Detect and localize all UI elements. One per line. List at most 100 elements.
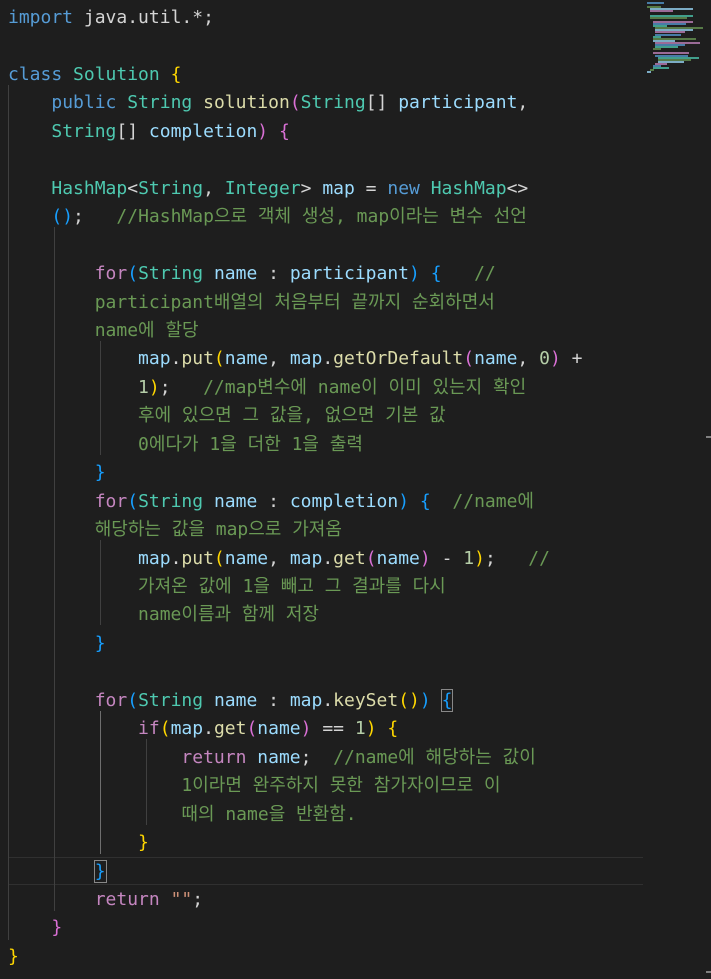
plain-token: >: [300, 177, 323, 199]
code-line[interactable]: return name; //name에 해당하는 값이: [8, 744, 535, 772]
type-token: String: [138, 263, 204, 285]
comment-token: //: [528, 547, 550, 569]
bracket-token: ): [300, 718, 312, 740]
bracket-token: (: [463, 348, 475, 370]
code-line[interactable]: }: [8, 914, 62, 942]
code-line[interactable]: }: [8, 829, 149, 857]
code-line[interactable]: import java.util.*;: [8, 4, 214, 32]
code-line[interactable]: name에 할당: [8, 317, 199, 345]
code-line[interactable]: 1); //map변수에 name이 이미 있는지 확인: [8, 374, 526, 402]
plain-token: []: [365, 92, 399, 114]
code-line[interactable]: String[] completion) {: [8, 118, 289, 146]
code-line[interactable]: }: [8, 459, 106, 487]
code-editor[interactable]: import java.util.*; class Solution { publ…: [0, 0, 711, 979]
code-line[interactable]: }: [8, 858, 107, 886]
plain-token: ,: [203, 177, 225, 199]
minimap[interactable]: [647, 0, 711, 80]
variable-token: map: [289, 689, 323, 711]
code-line[interactable]: if(map.get(name) == 1) {: [8, 715, 398, 743]
bracket-token: {: [170, 63, 182, 85]
plain-token: ;: [484, 547, 529, 569]
bracket-token: (: [127, 263, 139, 285]
code-line[interactable]: 0에다가 1을 더한 1을 출력: [8, 431, 363, 459]
plain-token: ,: [517, 348, 540, 370]
type-token: String: [51, 120, 117, 142]
bracket-token: }: [94, 462, 106, 484]
comment-token: 해당하는 값을 map으로 가져옴: [94, 519, 342, 541]
plain-token: :: [257, 263, 290, 285]
plain-token: ,: [268, 348, 290, 370]
variable-token: name: [224, 547, 269, 569]
plain-token: ,: [268, 547, 290, 569]
string-token: "": [170, 888, 193, 910]
code-line[interactable]: name이름과 함께 저장: [8, 601, 319, 629]
keyword-token: public: [51, 92, 117, 114]
plain-token: []: [116, 120, 149, 142]
code-line[interactable]: participant배열의 처음부터 끝까지 순회하면서: [8, 289, 495, 317]
bracket-token: (: [127, 490, 139, 512]
code-line[interactable]: class Solution {: [8, 61, 181, 89]
comment-token: 때의 name을 반환함.: [181, 803, 357, 825]
code-line[interactable]: for(String name : map.keySet()) {: [8, 687, 454, 715]
plain-token: <: [127, 177, 139, 199]
bracket-token: (: [289, 92, 301, 114]
variable-token: map: [170, 718, 204, 740]
comment-token: 0에다가 1을 더한 1을 출력: [138, 433, 363, 455]
minimap-line: [652, 48, 661, 51]
comment-token: name에 할당: [94, 319, 199, 341]
code-line[interactable]: 해당하는 값을 map으로 가져옴: [8, 516, 342, 544]
code-line[interactable]: for(String name : participant) { //: [8, 260, 496, 288]
type-token: Solution: [73, 63, 160, 85]
code-line[interactable]: 후에 있으면 그 값을, 없으면 기본 값: [8, 402, 446, 430]
variable-token: completion: [289, 490, 399, 512]
code-line[interactable]: 때의 name을 반환함.: [8, 801, 357, 829]
control-keyword-token: return: [181, 746, 247, 768]
code-line[interactable]: return "";: [8, 886, 203, 914]
bracket-token: {: [430, 263, 442, 285]
minimap-line: [647, 71, 651, 74]
code-line[interactable]: 가져온 값에 1을 빼고 그 결과를 다시: [8, 573, 446, 601]
plain-token: -: [430, 547, 464, 569]
function-token: get: [333, 547, 366, 569]
variable-token: name: [213, 263, 258, 285]
code-line[interactable]: }: [8, 630, 106, 658]
bracket-token: (: [213, 547, 225, 569]
code-line[interactable]: }: [8, 943, 19, 971]
comment-token: //map변수에 name이 이미 있는지 확인: [203, 376, 527, 398]
code-line[interactable]: for(String name : completion) { //name에: [8, 488, 534, 516]
code-line[interactable]: HashMap<String, Integer> map = new HashM…: [8, 175, 528, 203]
code-line[interactable]: public String solution(String[] particip…: [8, 89, 528, 117]
code-line[interactable]: map.put(name, map.getOrDefault(name, 0) …: [8, 345, 582, 373]
bracket-token: (): [398, 689, 420, 711]
keyword-token: new: [387, 177, 420, 199]
comment-token: //HashMap으로 객체 생성, map이라는 변수 선언: [116, 206, 527, 228]
code-line[interactable]: (); //HashMap으로 객체 생성, map이라는 변수 선언: [8, 203, 527, 231]
code-line[interactable]: map.put(name, map.get(name) - 1); //: [8, 545, 550, 573]
matched-bracket-token: {: [440, 688, 454, 712]
type-token: String: [300, 92, 366, 114]
keyword-token: import: [8, 7, 74, 28]
variable-token: map: [289, 547, 323, 569]
plain-token: java.util.*;: [73, 7, 214, 28]
bracket-token: ): [549, 348, 561, 370]
bracket-token: (: [246, 718, 258, 740]
bracket-token: }: [94, 632, 106, 654]
number-token: 1: [138, 376, 149, 398]
bracket-token: {: [419, 490, 431, 512]
code-line[interactable]: 1이라면 완주하지 못한 참가자이므로 이: [8, 772, 500, 800]
